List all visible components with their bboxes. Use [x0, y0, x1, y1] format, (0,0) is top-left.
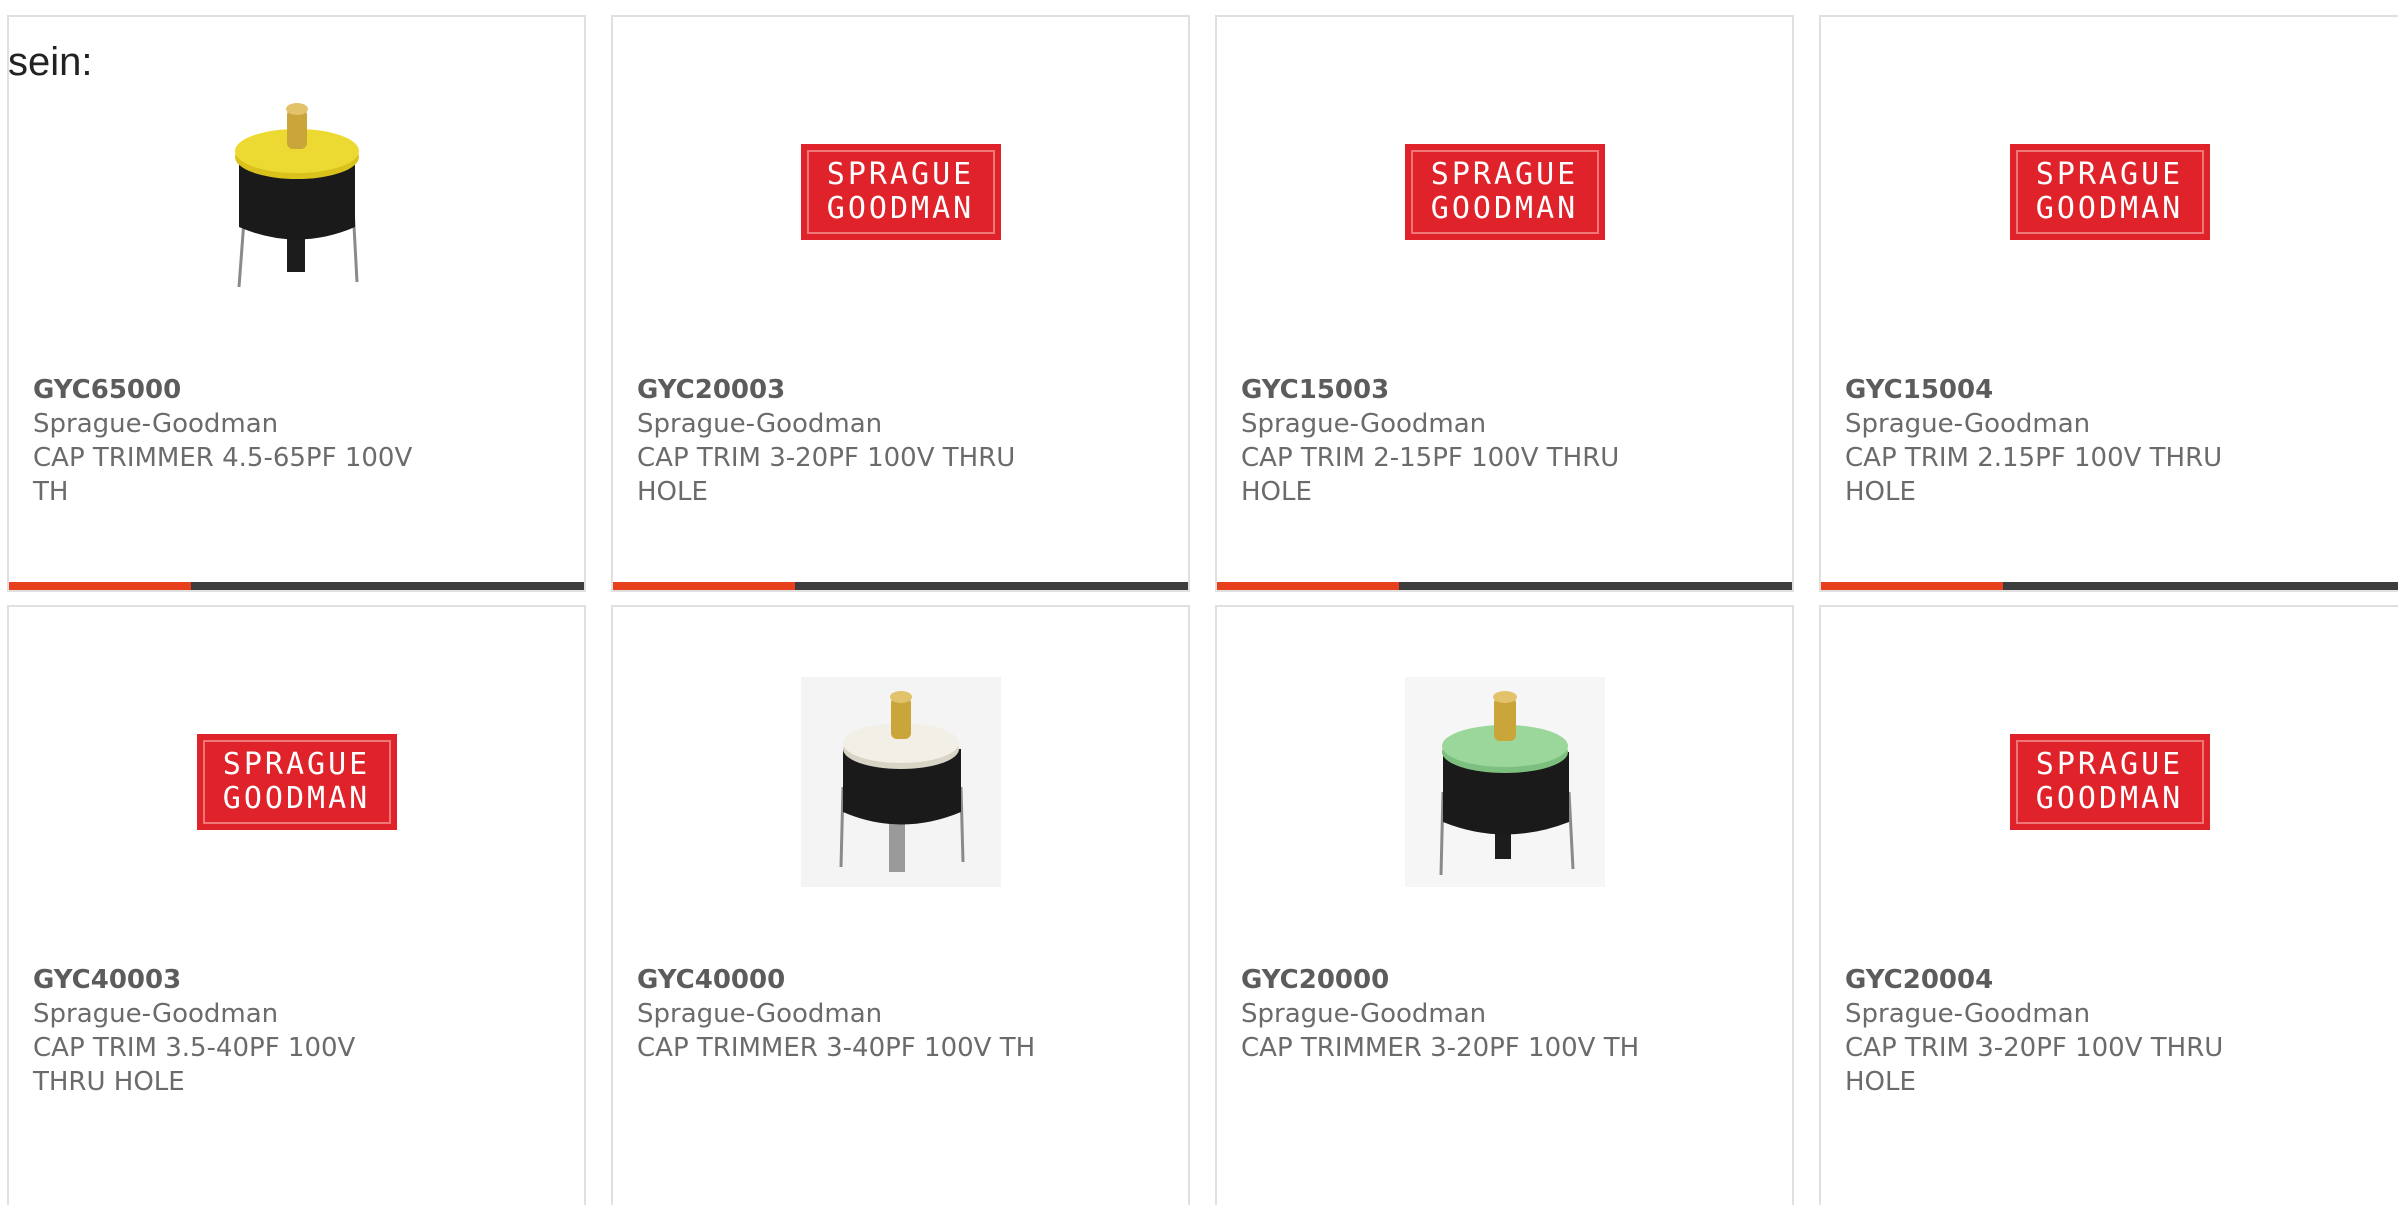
product-image[interactable] — [1217, 677, 1792, 887]
description: CAP TRIMMER 4.5-65PF 100V TH — [33, 443, 413, 507]
manufacturer: Sprague-Goodman — [637, 999, 883, 1029]
logo-line-2: GOODMAN — [2035, 781, 2184, 816]
part-number[interactable]: GYC40003 — [33, 963, 434, 997]
description: CAP TRIM 2-15PF 100V THRU HOLE — [1241, 443, 1620, 507]
sprague-goodman-logo: SPRAGUE GOODMAN — [800, 144, 1001, 240]
card-progress-accent — [1217, 582, 1399, 590]
sprague-goodman-logo: SPRAGUE GOODMAN — [1404, 144, 1605, 240]
manufacturer: Sprague-Goodman — [1845, 999, 2091, 1029]
product-image[interactable]: SPRAGUE GOODMAN — [613, 87, 1188, 297]
product-card[interactable]: SPRAGUE GOODMAN GYC15004 Sprague-Goodman… — [1819, 15, 2398, 592]
product-card[interactable]: SPRAGUE GOODMAN GYC40003 Sprague-Goodman… — [7, 605, 586, 1205]
product-card[interactable]: GYC40000 Sprague-Goodman CAP TRIMMER 3-4… — [611, 605, 1190, 1205]
green-trimmer-photo — [1404, 677, 1605, 887]
part-number[interactable]: GYC40000 — [637, 963, 1038, 997]
manufacturer: Sprague-Goodman — [33, 409, 279, 439]
manufacturer: Sprague-Goodman — [1845, 409, 2091, 439]
card-progress-accent — [613, 582, 795, 590]
description: CAP TRIM 2.15PF 100V THRU HOLE — [1845, 443, 2223, 507]
product-card[interactable]: SPRAGUE GOODMAN GYC15003 Sprague-Goodman… — [1215, 15, 1794, 592]
product-image[interactable]: SPRAGUE GOODMAN — [1821, 87, 2398, 297]
card-progress-bar — [1821, 582, 2398, 590]
part-number[interactable]: GYC20000 — [1241, 963, 1642, 997]
product-image[interactable] — [613, 677, 1188, 887]
description: CAP TRIM 3.5-40PF 100V THRU HOLE — [33, 1033, 356, 1097]
part-number[interactable]: GYC15003 — [1241, 373, 1642, 407]
part-number[interactable]: GYC20004 — [1845, 963, 2248, 997]
lead-text: sein: — [8, 40, 93, 84]
manufacturer: Sprague-Goodman — [33, 999, 279, 1029]
card-progress-accent — [1821, 582, 2003, 590]
card-progress-bar — [9, 582, 584, 590]
description: CAP TRIM 3-20PF 100V THRU HOLE — [1845, 1033, 2224, 1097]
description: CAP TRIMMER 3-40PF 100V TH — [637, 1033, 1036, 1063]
white-trimmer-photo — [800, 677, 1001, 887]
sprague-goodman-logo: SPRAGUE GOODMAN — [196, 734, 397, 830]
product-image[interactable]: SPRAGUE GOODMAN — [1217, 87, 1792, 297]
product-card[interactable]: GYC65000 Sprague-Goodman CAP TRIMMER 4.5… — [7, 15, 586, 592]
card-progress-bar — [613, 582, 1188, 590]
logo-line-2: GOODMAN — [2035, 191, 2184, 226]
part-number[interactable]: GYC20003 — [637, 373, 1038, 407]
product-image[interactable]: SPRAGUE GOODMAN — [1821, 677, 2398, 887]
manufacturer: Sprague-Goodman — [637, 409, 883, 439]
description: CAP TRIMMER 3-20PF 100V TH — [1241, 1033, 1640, 1063]
logo-line-1: SPRAGUE — [222, 747, 371, 782]
product-image[interactable] — [9, 87, 584, 297]
logo-line-2: GOODMAN — [1430, 191, 1579, 226]
logo-line-2: GOODMAN — [222, 781, 371, 816]
sprague-goodman-logo: SPRAGUE GOODMAN — [2009, 144, 2210, 240]
logo-line-1: SPRAGUE — [2035, 157, 2184, 192]
card-progress-accent — [9, 582, 191, 590]
logo-line-1: SPRAGUE — [826, 157, 975, 192]
product-card[interactable]: GYC20000 Sprague-Goodman CAP TRIMMER 3-2… — [1215, 605, 1794, 1205]
logo-line-1: SPRAGUE — [1430, 157, 1579, 192]
product-card[interactable]: SPRAGUE GOODMAN GYC20003 Sprague-Goodman… — [611, 15, 1190, 592]
yellow-trimmer-photo — [234, 103, 359, 288]
logo-line-2: GOODMAN — [826, 191, 975, 226]
sprague-goodman-logo: SPRAGUE GOODMAN — [2009, 734, 2210, 830]
part-number[interactable]: GYC65000 — [33, 373, 434, 407]
description: CAP TRIM 3-20PF 100V THRU HOLE — [637, 443, 1016, 507]
card-progress-bar — [1217, 582, 1792, 590]
part-number[interactable]: GYC15004 — [1845, 373, 2248, 407]
product-image[interactable]: SPRAGUE GOODMAN — [9, 677, 584, 887]
logo-line-1: SPRAGUE — [2035, 747, 2184, 782]
manufacturer: Sprague-Goodman — [1241, 999, 1487, 1029]
manufacturer: Sprague-Goodman — [1241, 409, 1487, 439]
product-card[interactable]: SPRAGUE GOODMAN GYC20004 Sprague-Goodman… — [1819, 605, 2398, 1205]
